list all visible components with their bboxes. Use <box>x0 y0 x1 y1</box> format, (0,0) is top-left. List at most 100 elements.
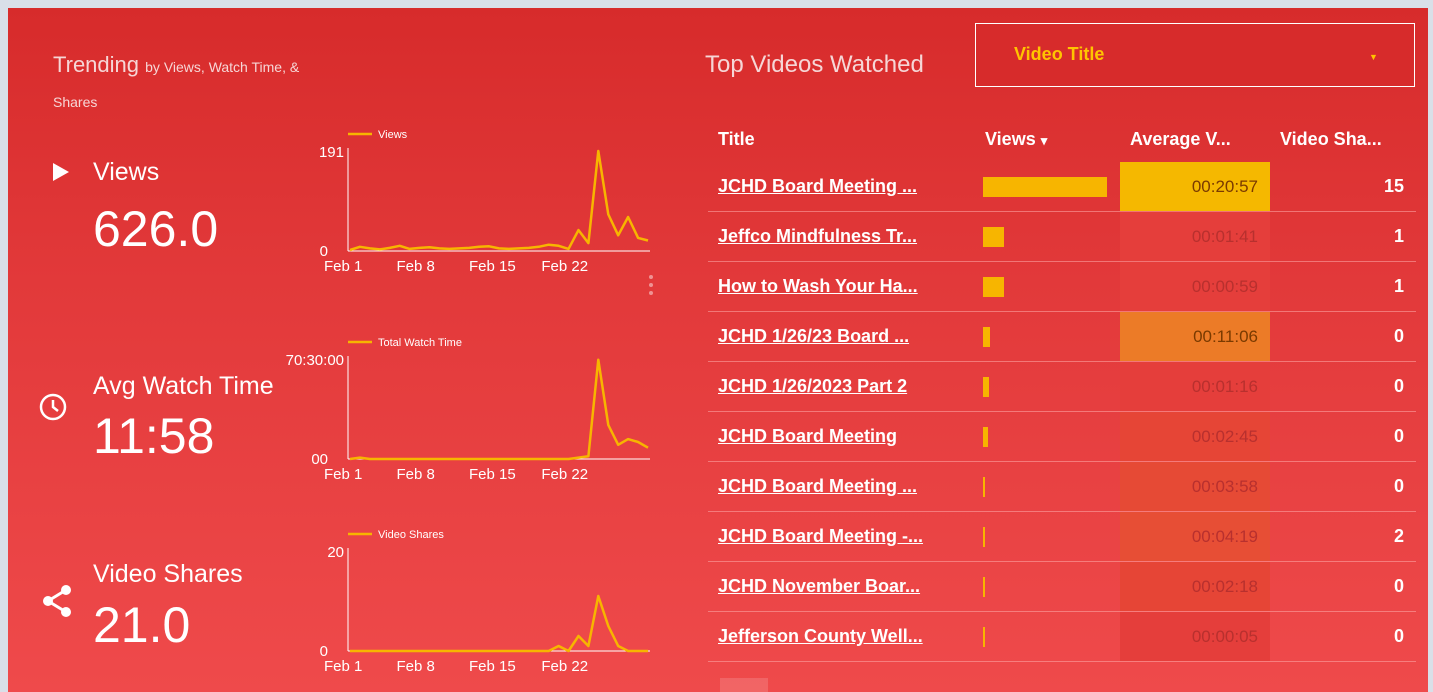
cell-title[interactable]: JCHD Board Meeting ... <box>708 162 975 212</box>
cell-title[interactable]: JCHD 1/26/2023 Part 2 <box>708 361 975 412</box>
column-header-views[interactable]: Views ▾ <box>975 116 1120 162</box>
table-row[interactable]: Jefferson County Well... 00:00:05 0 <box>708 611 1416 662</box>
x-tick-label: Feb 22 <box>541 658 588 675</box>
video-title-link[interactable]: How to Wash Your Ha... <box>718 276 918 296</box>
views-bar <box>983 426 988 447</box>
series-line <box>350 594 648 653</box>
cell-title[interactable]: JCHD Board Meeting -... <box>708 511 975 562</box>
cell-shares: 15 <box>1270 162 1416 212</box>
x-tick-label: Feb 8 <box>397 258 435 275</box>
table-row[interactable]: JCHD Board Meeting -... 00:04:19 2 <box>708 511 1416 562</box>
cell-avg-watch-time: 00:20:57 <box>1120 162 1270 212</box>
x-tick-label: Feb 22 <box>541 258 588 275</box>
legend-label: Views <box>378 129 408 141</box>
cell-views <box>975 162 1120 212</box>
cell-avg-watch-time: 00:04:19 <box>1120 511 1270 562</box>
views-bar <box>983 526 985 547</box>
table-row[interactable]: JCHD Board Meeting ... 00:03:58 0 <box>708 461 1416 512</box>
video-title-link[interactable]: Jefferson County Well... <box>718 626 923 646</box>
cell-views <box>975 561 1120 612</box>
video-title-link[interactable]: JCHD 1/26/23 Board ... <box>718 326 909 346</box>
shares-line-chart: Video Shares200Feb 1 Feb 8 Feb 15 Feb 22 <box>320 529 650 675</box>
x-tick-label: Feb 15 <box>469 658 516 675</box>
x-tick-label: Feb 1 <box>324 658 362 675</box>
cell-avg-watch-time: 00:03:58 <box>1120 461 1270 512</box>
x-tick-label: Feb 22 <box>541 466 588 483</box>
y-tick-max: 20 <box>327 544 344 561</box>
cell-views <box>975 211 1120 262</box>
cell-avg-watch-time: 00:11:06 <box>1120 311 1270 362</box>
cell-title[interactable]: JCHD Board Meeting ... <box>708 461 975 512</box>
kpi-watch-time-value: 11:58 <box>93 408 215 464</box>
views-bar <box>983 376 990 397</box>
cell-views <box>975 611 1120 662</box>
video-title-link[interactable]: JCHD Board Meeting -... <box>718 526 923 546</box>
chevron-down-icon: ▼ <box>1369 52 1378 62</box>
cell-title[interactable]: JCHD November Boar... <box>708 561 975 612</box>
trending-subtitle: by Views, Watch Time, & <box>145 59 300 75</box>
play-icon <box>52 162 70 187</box>
cell-shares: 2 <box>1270 511 1416 562</box>
pagination-button[interactable] <box>720 678 768 692</box>
cell-shares: 1 <box>1270 211 1416 262</box>
cell-views <box>975 511 1120 562</box>
cell-title[interactable]: Jefferson County Well... <box>708 611 975 662</box>
column-header-title[interactable]: Title <box>708 116 975 162</box>
cell-title[interactable]: JCHD Board Meeting <box>708 411 975 462</box>
views-bar <box>983 476 985 497</box>
share-icon <box>40 583 74 624</box>
clock-icon <box>38 392 68 427</box>
cell-title[interactable]: JCHD 1/26/23 Board ... <box>708 311 975 362</box>
views-bar <box>983 576 985 597</box>
column-header-average[interactable]: Average V... <box>1120 116 1270 162</box>
dashboard-panel: Trending by Views, Watch Time, & Shares … <box>8 8 1428 692</box>
table-row[interactable]: JCHD Board Meeting 00:02:45 0 <box>708 411 1416 462</box>
x-tick-label: Feb 15 <box>469 466 516 483</box>
top-videos-table: Title Views ▾ Average V... Video Sha... … <box>708 116 1416 662</box>
cell-shares: 1 <box>1270 261 1416 312</box>
table-row[interactable]: JCHD Board Meeting ... 00:20:57 15 <box>708 162 1416 212</box>
cell-shares: 0 <box>1270 461 1416 512</box>
table-row[interactable]: JCHD 1/26/23 Board ... 00:11:06 0 <box>708 311 1416 362</box>
dropdown-value: Video Title <box>1014 44 1105 64</box>
x-tick-label: Feb 8 <box>397 658 435 675</box>
cell-shares: 0 <box>1270 411 1416 462</box>
column-header-shares[interactable]: Video Sha... <box>1270 116 1416 162</box>
cell-shares: 0 <box>1270 311 1416 362</box>
video-title-link[interactable]: JCHD Board Meeting ... <box>718 476 917 496</box>
watch-time-line-chart: Total Watch Time70:30:0000Feb 1 Feb 8 Feb … <box>286 337 650 483</box>
video-title-link[interactable]: Jeffco Mindfulness Tr... <box>718 226 917 246</box>
kpi-views-value: 626.0 <box>93 201 219 257</box>
cell-title[interactable]: How to Wash Your Ha... <box>708 261 975 312</box>
views-bar <box>983 176 1107 197</box>
views-bar <box>983 276 1005 297</box>
cell-views <box>975 261 1120 312</box>
video-title-link[interactable]: JCHD 1/26/2023 Part 2 <box>718 376 907 396</box>
series-line <box>349 358 649 461</box>
views-bar <box>983 626 985 647</box>
cell-shares: 0 <box>1270 361 1416 412</box>
legend-label: Total Watch Time <box>378 337 462 349</box>
video-title-link[interactable]: JCHD November Boar... <box>718 576 920 596</box>
cell-avg-watch-time: 00:01:16 <box>1120 361 1270 412</box>
views-bar <box>983 326 991 347</box>
sort-descending-icon: ▾ <box>1040 132 1048 148</box>
kpi-shares-value: 21.0 <box>93 597 191 653</box>
table-row[interactable]: How to Wash Your Ha... 00:00:59 1 <box>708 261 1416 312</box>
video-title-link[interactable]: JCHD Board Meeting <box>718 426 897 446</box>
x-tick-label: Feb 15 <box>469 258 516 275</box>
video-title-dropdown[interactable]: Video Title ▼ <box>975 23 1415 87</box>
table-row[interactable]: Jeffco Mindfulness Tr... 00:01:41 1 <box>708 211 1416 262</box>
table-row[interactable]: JCHD November Boar... 00:02:18 0 <box>708 561 1416 612</box>
video-title-link[interactable]: JCHD Board Meeting ... <box>718 176 917 196</box>
table-header-row: Title Views ▾ Average V... Video Sha... <box>708 116 1416 162</box>
cell-avg-watch-time: 00:00:59 <box>1120 261 1270 312</box>
cell-shares: 0 <box>1270 561 1416 612</box>
chart-options-icon[interactable] <box>647 274 655 301</box>
table-row[interactable]: JCHD 1/26/2023 Part 2 00:01:16 0 <box>708 361 1416 412</box>
cell-title[interactable]: Jeffco Mindfulness Tr... <box>708 211 975 262</box>
x-tick-label: Feb 1 <box>324 466 362 483</box>
cell-views <box>975 411 1120 462</box>
cell-avg-watch-time: 00:00:05 <box>1120 611 1270 662</box>
cell-avg-watch-time: 00:02:18 <box>1120 561 1270 612</box>
